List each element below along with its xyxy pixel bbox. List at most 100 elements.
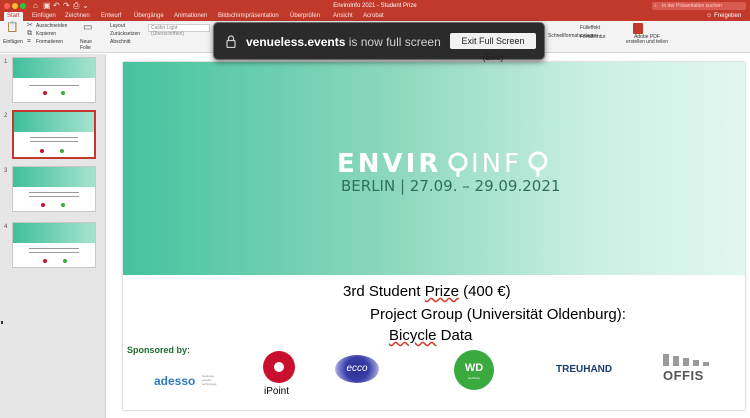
paste-icon[interactable]: 📋 [6, 23, 18, 33]
thumbnail-banner [13, 223, 95, 243]
search-input[interactable]: ⌕ In der Präsentation suchen [652, 2, 746, 10]
tab-acrobat[interactable]: Acrobat [363, 12, 384, 21]
thumbnail-text-line [29, 248, 79, 249]
thumbnail-text-line [29, 252, 79, 253]
worthiety-logo-text: worthiety [467, 376, 480, 380]
thumbnail-banner [13, 58, 95, 78]
cut-button[interactable]: Ausschneiden [36, 23, 67, 30]
thumbnail-text-line [29, 85, 79, 86]
project-suffix: Data [436, 327, 473, 344]
paste-button[interactable]: Einfügen [3, 39, 23, 46]
thumbnail-banner [13, 167, 95, 187]
ipoint-logo-text: iPoint [264, 386, 290, 397]
slide-thumbnail-3[interactable] [12, 166, 96, 212]
ribbon-tabs: Start Einfügen Zeichnen Entwurf Übergäng… [0, 12, 750, 21]
thumbnail-number: 4 [4, 224, 8, 230]
prize-prefix: 3rd Student [343, 283, 425, 300]
thumbnail-text-line [29, 192, 79, 193]
tab-start[interactable]: Start [4, 12, 23, 21]
person-icon: ☺ [706, 13, 713, 19]
thumbnail-banner [14, 112, 94, 133]
share-button[interactable]: ☺ Freigeben [706, 12, 741, 21]
tab-ueberpruefen[interactable]: Überprüfen [290, 12, 320, 21]
window-title: EnviroInfo 2021 - Student Prize [333, 3, 417, 9]
thumbnail-text-line [30, 137, 78, 138]
thumbnail-logo-dot [41, 203, 45, 207]
format-painter-button[interactable]: Formatieren [36, 39, 63, 46]
prize-suffix: (400 €) [458, 283, 511, 300]
event-subtitle: BERLIN | 27.09. – 29.09.2021 [341, 177, 561, 195]
exit-fullscreen-button[interactable]: Exit Full Screen (Esc) [450, 33, 536, 62]
adesso-tagline: business. people. technology. [202, 374, 218, 386]
project-word: Bicycle [389, 327, 437, 344]
slide-thumbnail-1[interactable] [12, 57, 96, 103]
section-button[interactable]: Abschnitt [110, 39, 131, 46]
thumbnail-text-line [29, 196, 79, 197]
search-placeholder: In der Präsentation suchen [662, 3, 722, 9]
thumbnail-logo-dot [63, 259, 67, 263]
treuhand-logo: TREUHAND [556, 364, 613, 375]
tab-animationen[interactable]: Animationen [174, 12, 207, 21]
logo-ring-icon [528, 151, 548, 171]
offis-bars-icon [663, 354, 709, 366]
slide-thumbnail-2[interactable] [12, 110, 96, 159]
mouse-cursor [1, 321, 3, 324]
thumbnail-logo-dot [40, 149, 44, 153]
fullscreen-message: venueless.events is now full screen [246, 34, 441, 50]
logo-wordmark-info: INF [471, 149, 522, 178]
reset-button[interactable]: Zurücksetzen [110, 31, 140, 38]
tab-zeichnen[interactable]: Zeichnen [65, 12, 90, 21]
offis-logo: OFFIS [663, 368, 704, 383]
shape-outline-button[interactable]: Formkontur [580, 34, 606, 41]
thumbnail-logo-dot [61, 91, 65, 95]
thumbnail-number: 1 [4, 59, 8, 65]
thumbnail-logo-dot [61, 203, 65, 207]
adobe-pdf-icon[interactable] [633, 23, 643, 34]
new-slide-button[interactable]: Neue Folie [80, 39, 98, 51]
thumbnail-logo-dot [60, 149, 64, 153]
adobe-pdf-button[interactable]: Adobe PDF erstellen und teilen [626, 35, 668, 45]
shape-fill-button[interactable]: Fülleffekt [580, 25, 600, 32]
tab-bildschirmpraesentation[interactable]: Bildschirmpräsentation [218, 12, 279, 21]
font-name-field[interactable]: Calibri Light (Überschriften) [148, 24, 210, 37]
thumbnail-logo-dot [43, 91, 47, 95]
fullscreen-text: is now full screen [345, 35, 441, 49]
prize-word: Prize [424, 283, 459, 300]
thumbnail-number: 3 [4, 168, 8, 174]
fullscreen-domain: venueless.events [246, 35, 346, 49]
logo-wordmark: ENVIR [337, 149, 441, 178]
slide-thumbnail-4[interactable] [12, 222, 96, 268]
thumbnail-text-line [30, 141, 78, 142]
fullscreen-notice: venueless.events is now full screen Exit… [213, 22, 545, 62]
layout-button[interactable]: Layout [110, 23, 125, 30]
adesso-logo: adesso [154, 374, 196, 388]
current-slide[interactable]: ENVIR INF BERLIN | 27.09. – 29.09.2021 3… [123, 62, 745, 410]
enviroinfo-logo: ENVIR INF [337, 149, 548, 178]
adobe-pdf-sublabel: erstellen und teilen [626, 39, 668, 45]
project-group: Project Group (Universität Oldenburg): [370, 306, 626, 323]
tab-uebergaenge[interactable]: Übergänge [134, 12, 164, 21]
search-icon: ⌕ [654, 3, 657, 9]
copy-button[interactable]: Kopieren [36, 31, 56, 38]
ecco-logo: ecco [335, 355, 379, 383]
tab-entwurf[interactable]: Entwurf [101, 12, 121, 21]
prize-title: 3rd Student Prize (400 €) [343, 283, 511, 301]
thumbnail-logo-dot [43, 259, 47, 263]
worthiety-logo: WD [454, 350, 494, 390]
ipoint-logo-icon [263, 351, 295, 383]
format-painter-icon[interactable]: ⌗ [27, 38, 31, 46]
tab-einfuegen[interactable]: Einfügen [32, 12, 56, 21]
copy-icon[interactable]: ⧉ [27, 30, 32, 38]
title-bar: ⌂ ▣ ↶ ↷ ⎙ ⌄ EnviroInfo 2021 - Student Pr… [0, 0, 750, 12]
lock-icon [226, 35, 236, 48]
project-title: Bicycle Data [389, 327, 472, 345]
slide-thumbnail-panel[interactable]: 1 2 3 4 [0, 54, 106, 418]
sponsored-by-label: Sponsored by: [127, 345, 191, 355]
tab-ansicht[interactable]: Ansicht [333, 12, 353, 21]
new-slide-icon[interactable]: ▭ [83, 23, 92, 33]
cut-icon[interactable]: ✂ [27, 22, 33, 30]
powerpoint-window: ⌂ ▣ ↶ ↷ ⎙ ⌄ EnviroInfo 2021 - Student Pr… [0, 0, 750, 418]
share-label: Freigeben [714, 13, 742, 19]
logo-ring-icon [448, 152, 468, 172]
thumbnail-number: 2 [4, 113, 8, 119]
